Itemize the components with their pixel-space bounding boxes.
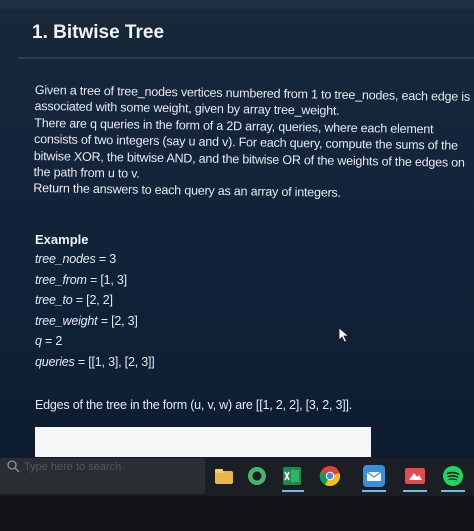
paint-icon[interactable] [403, 464, 427, 488]
example-key: queries [35, 355, 75, 369]
example-value: = [[1, 3], [2, 3]] [74, 355, 155, 369]
chrome-icon[interactable] [318, 464, 342, 488]
edges-description: Edges of the tree in the form (u, v, w) … [35, 398, 353, 412]
screen: 1. Bitwise Tree Given a tree of tree_nod… [0, 0, 474, 531]
paint-active-indicator [403, 490, 427, 492]
top-cut-off-strip [0, 0, 474, 9]
spotify-active-indicator [441, 490, 465, 492]
example-line-tree-nodes: tree_nodes = 3 [35, 252, 116, 266]
example-value: = 2 [41, 334, 63, 348]
example-value: = [2, 3] [97, 314, 138, 328]
example-line-q: q = 2 [35, 334, 62, 348]
search-icon[interactable] [6, 459, 20, 473]
example-value: = 3 [95, 252, 116, 266]
excel-active-indicator [282, 490, 304, 492]
search-placeholder: Type here to search [24, 461, 122, 473]
example-key: tree_from [35, 273, 87, 287]
edge-icon[interactable] [245, 464, 269, 488]
desk-edge [0, 496, 474, 531]
example-value: = [1, 3] [86, 273, 127, 287]
excel-icon[interactable] [280, 464, 304, 488]
example-heading: Example [35, 232, 89, 247]
mail-active-indicator [362, 490, 386, 492]
problem-statement: Given a tree of tree_nodes vertices numb… [33, 82, 471, 204]
example-line-tree-from: tree_from = [1, 3] [35, 273, 127, 287]
page-title: 1. Bitwise Tree [32, 22, 165, 43]
example-line-tree-to: tree_to = [2, 2] [35, 293, 113, 307]
example-key: tree_weight [35, 314, 98, 328]
example-line-tree-weight: tree_weight = [2, 3] [35, 314, 138, 328]
example-key: q [35, 334, 42, 348]
problem-paragraph-2: There are q queries in the form of a 2D … [33, 115, 465, 181]
example-line-queries: queries = [[1, 3], [2, 3]] [35, 355, 155, 369]
example-key: tree_nodes [35, 252, 96, 266]
example-value: = [2, 2] [72, 293, 113, 307]
answer-input-area[interactable] [35, 427, 371, 457]
explorer-icon[interactable] [212, 464, 236, 488]
title-divider [18, 57, 474, 59]
mail-icon[interactable] [362, 464, 386, 488]
example-key: tree_to [35, 293, 73, 307]
mouse-pointer-icon [338, 327, 350, 343]
spotify-icon[interactable] [441, 464, 465, 488]
